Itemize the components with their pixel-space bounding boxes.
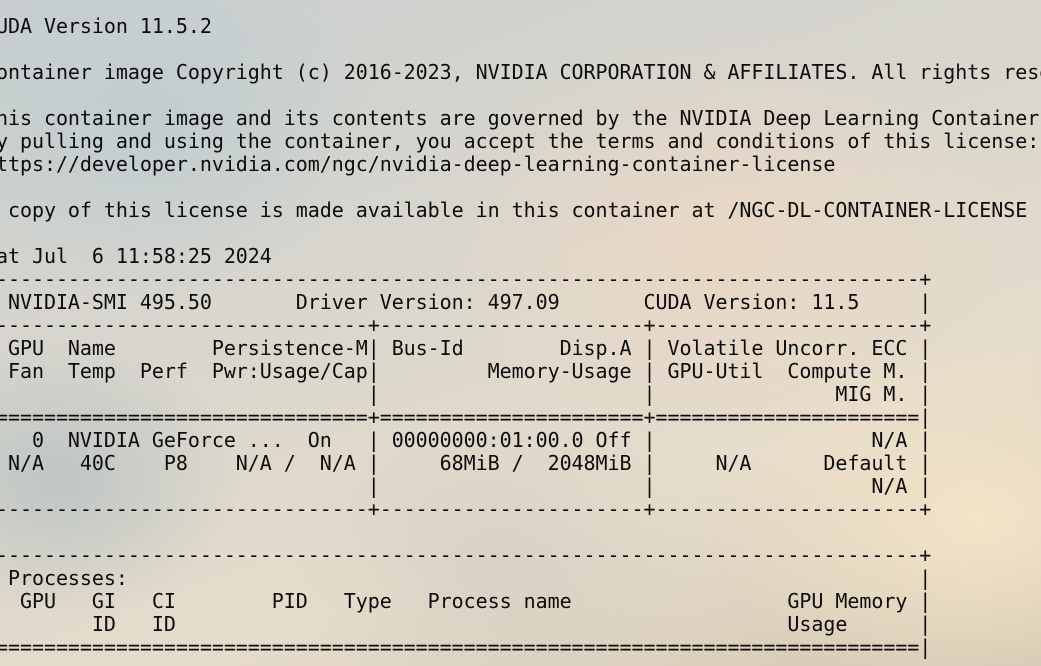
terminal-output: CUDA Version 11.5.2 Container image Copyr…: [0, 15, 1041, 666]
smi-column-header-2: | Fan Temp Perf Pwr:Usage/Cap| Memory-Us…: [0, 359, 932, 383]
processes-header-2: | ID ID Usage |: [0, 612, 932, 636]
gpu-row-3: | | | N/A |: [0, 474, 932, 498]
gpu-row-1: | 0 NVIDIA GeForce ... On | 00000000:01:…: [0, 428, 932, 452]
processes-title-line: | Processes: |: [0, 566, 932, 590]
gpu-row-2: | N/A 40C P8 N/A / N/A | 68MiB / 2048MiB…: [0, 451, 932, 475]
smi-table-divider: |-------------------------------+-------…: [0, 313, 932, 337]
smi-column-header-1: | GPU Name Persistence-M| Bus-Id Disp.A …: [0, 336, 932, 360]
terminal-text: CUDA Version 11.5.2 Container image Copyr…: [0, 15, 1041, 659]
smi-header-line: | NVIDIA-SMI 495.50 Driver Version: 497.…: [0, 290, 932, 314]
copyright-line: Container image Copyright (c) 2016-2023,…: [0, 60, 1041, 84]
license-url-line: https://developer.nvidia.com/ngc/nvidia-…: [0, 152, 836, 176]
processes-header-1: | GPU GI CI PID Type Process name GPU Me…: [0, 589, 932, 613]
smi-table-border: +-------------------------------+-------…: [0, 497, 932, 521]
license-line-1: This container image and its contents ar…: [0, 106, 1040, 130]
timestamp-line: Sat Jul 6 11:58:25 2024: [0, 244, 272, 268]
processes-header-separator: |=======================================…: [0, 635, 932, 659]
license-copy-line: A copy of this license is made available…: [0, 198, 1041, 222]
smi-column-header-3: | | | MIG M. |: [0, 382, 932, 406]
processes-table-border: +---------------------------------------…: [0, 543, 932, 567]
cuda-version-line: CUDA Version 11.5.2: [0, 15, 212, 38]
smi-table-border: +---------------------------------------…: [0, 267, 932, 291]
smi-header-separator: |===============================+=======…: [0, 405, 932, 429]
license-line-2: By pulling and using the container, you …: [0, 129, 1040, 153]
